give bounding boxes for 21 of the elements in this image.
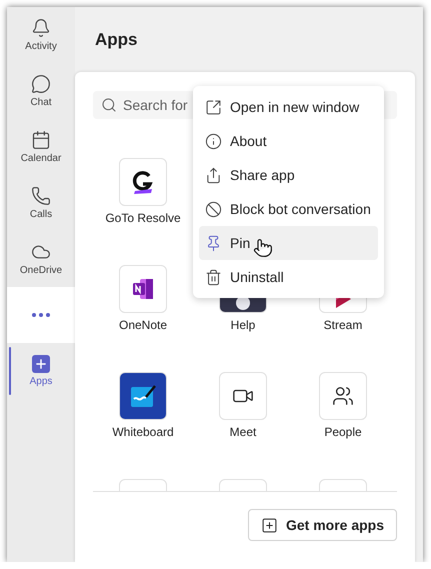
menu-item[interactable]: Pin (199, 226, 378, 260)
app-bar-item[interactable]: Calls (7, 175, 75, 231)
app-name: Help (230, 318, 256, 332)
app-bar-item[interactable]: Calendar (7, 119, 75, 175)
page-title: Apps (95, 30, 138, 50)
menu-item[interactable]: Block bot conversation (199, 192, 378, 226)
app-name: GoTo Resolve (105, 211, 181, 225)
app-name: OneNote (118, 318, 168, 332)
app-name: Stream (324, 318, 362, 332)
app-name: Whiteboard (112, 425, 174, 439)
menu-item[interactable]: Uninstall (199, 260, 378, 294)
app-bar-item[interactable]: Activity (7, 7, 75, 63)
menu-item[interactable]: Open in new window (199, 90, 378, 124)
app-name: People (324, 425, 362, 439)
menu-item[interactable]: Share app (199, 158, 378, 192)
get-more-apps-button[interactable]: Get more apps (248, 509, 397, 541)
menu-item[interactable]: About (199, 124, 378, 158)
app-name: Meet (230, 425, 256, 439)
app-bar-item[interactable]: OneDrive (7, 231, 75, 287)
app-bar-item[interactable]: Chat (7, 63, 75, 119)
app-bar-item[interactable]: Apps (7, 343, 75, 399)
